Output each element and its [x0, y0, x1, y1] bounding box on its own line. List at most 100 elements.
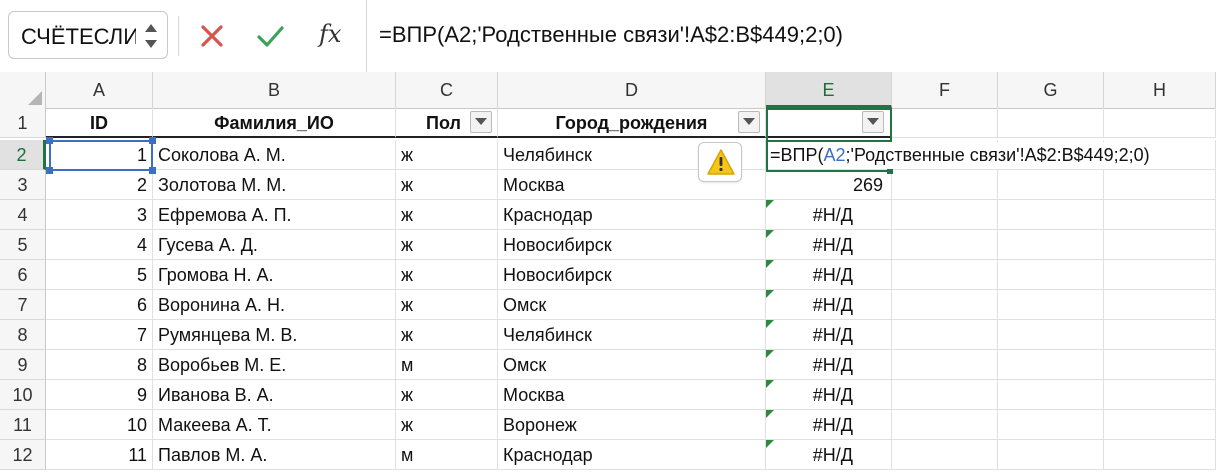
header-cell-id[interactable]: ID	[46, 108, 153, 138]
column-header-b[interactable]: B	[153, 72, 396, 108]
cell-g[interactable]	[998, 200, 1104, 230]
cell-g[interactable]	[998, 380, 1104, 410]
cell-city[interactable]: Воронеж	[498, 410, 766, 440]
cell-id[interactable]: 5	[46, 260, 153, 290]
cell-e[interactable]: #Н/Д	[766, 380, 892, 410]
cancel-icon[interactable]	[192, 16, 232, 56]
row-header-5[interactable]: 5	[0, 230, 46, 260]
error-indicator-icon[interactable]	[766, 350, 774, 358]
cell-e[interactable]: #Н/Д	[766, 350, 892, 380]
stepper-icon[interactable]	[141, 18, 161, 54]
cell-e[interactable]: #Н/Д	[766, 260, 892, 290]
cell-h[interactable]	[1104, 350, 1216, 380]
cell-city[interactable]: Омск	[498, 290, 766, 320]
cell-id[interactable]: 4	[46, 230, 153, 260]
row-header-12[interactable]: 12	[0, 440, 46, 470]
cell-id[interactable]: 7	[46, 320, 153, 350]
reference-handle[interactable]	[149, 167, 156, 174]
column-header-g[interactable]: G	[998, 72, 1104, 108]
formula-text[interactable]: =ВПР(A2;'Родственные связи'!A$2:B$449;2;…	[379, 22, 843, 48]
error-indicator-icon[interactable]	[766, 320, 774, 328]
cell-f[interactable]	[892, 410, 998, 440]
error-indicator-icon[interactable]	[766, 290, 774, 298]
cell-city[interactable]: Новосибирск	[498, 230, 766, 260]
cell-h[interactable]	[1104, 260, 1216, 290]
error-indicator-icon[interactable]	[766, 260, 774, 268]
cell-fio[interactable]: Соколова А. М.	[153, 140, 396, 170]
cell-g[interactable]	[998, 440, 1104, 470]
error-indicator-icon[interactable]	[766, 230, 774, 238]
row-header-2[interactable]: 2	[0, 140, 46, 170]
cell-g[interactable]	[998, 320, 1104, 350]
cell-g[interactable]	[998, 170, 1104, 200]
cell-fio[interactable]: Ефремова А. П.	[153, 200, 396, 230]
cell-h[interactable]	[1104, 230, 1216, 260]
cell-f[interactable]	[892, 230, 998, 260]
cell-e[interactable]: #Н/Д	[766, 200, 892, 230]
cell-id[interactable]: 9	[46, 380, 153, 410]
cell-g[interactable]	[998, 290, 1104, 320]
cell-sex[interactable]: ж	[396, 380, 498, 410]
reference-handle[interactable]	[46, 137, 53, 144]
cell-fio[interactable]: Воробьев М. Е.	[153, 350, 396, 380]
cell-id[interactable]: 11	[46, 440, 153, 470]
cell-g[interactable]	[998, 350, 1104, 380]
cell-id[interactable]: 3	[46, 200, 153, 230]
column-header-e[interactable]: E	[766, 72, 892, 108]
name-box-value[interactable]: СЧЁТЕСЛИ	[21, 24, 136, 50]
cell-h[interactable]	[1104, 320, 1216, 350]
cell-id[interactable]: 6	[46, 290, 153, 320]
cell-fio[interactable]: Павлов М. А.	[153, 440, 396, 470]
cell-h1[interactable]	[1104, 108, 1216, 138]
row-header-11[interactable]: 11	[0, 410, 46, 440]
error-indicator-icon[interactable]	[766, 440, 774, 448]
cell-g[interactable]	[998, 410, 1104, 440]
error-indicator-icon[interactable]	[766, 380, 774, 388]
cell-f[interactable]	[892, 440, 998, 470]
row-header-10[interactable]: 10	[0, 380, 46, 410]
column-header-h[interactable]: H	[1104, 72, 1216, 108]
cell-sex[interactable]: ж	[396, 410, 498, 440]
cell-city[interactable]: Краснодар	[498, 200, 766, 230]
cell-e[interactable]: #Н/Д	[766, 290, 892, 320]
cell-h[interactable]	[1104, 290, 1216, 320]
cell-sex[interactable]: ж	[396, 290, 498, 320]
cell-id[interactable]: 10	[46, 410, 153, 440]
row-header-4[interactable]: 4	[0, 200, 46, 230]
error-warning-button[interactable]	[698, 142, 742, 182]
cell-e[interactable]: #Н/Д	[766, 440, 892, 470]
confirm-icon[interactable]	[250, 16, 290, 56]
cell-fio[interactable]: Воронина А. Н.	[153, 290, 396, 320]
cell-e[interactable]: 269	[766, 170, 892, 200]
cell-f[interactable]	[892, 320, 998, 350]
column-header-a[interactable]: A	[46, 72, 153, 108]
error-indicator-icon[interactable]	[766, 200, 774, 208]
row-header-6[interactable]: 6	[0, 260, 46, 290]
cell-fio[interactable]: Громова Н. А.	[153, 260, 396, 290]
cell-e[interactable]: #Н/Д	[766, 410, 892, 440]
cell-id[interactable]: 2	[46, 170, 153, 200]
column-header-c[interactable]: C	[396, 72, 498, 108]
header-cell-city[interactable]: Город_рождения	[498, 108, 766, 138]
cell-city[interactable]: Москва	[498, 380, 766, 410]
row-header-1[interactable]: 1	[0, 108, 46, 138]
cell-sex[interactable]: ж	[396, 260, 498, 290]
cell-e[interactable]: #Н/Д	[766, 230, 892, 260]
cell-f[interactable]	[892, 260, 998, 290]
cell-g[interactable]	[998, 260, 1104, 290]
select-all-icon[interactable]	[0, 72, 46, 108]
cell-g[interactable]	[998, 230, 1104, 260]
cell-sex[interactable]: м	[396, 350, 498, 380]
cell-fio[interactable]: Макеева А. Т.	[153, 410, 396, 440]
row-header-8[interactable]: 8	[0, 320, 46, 350]
formula-input[interactable]: =ВПР(A2;'Родственные связи'!A$2:B$449;2;…	[366, 0, 1216, 72]
name-box[interactable]: СЧЁТЕСЛИ	[8, 11, 168, 59]
cell-sex[interactable]: м	[396, 440, 498, 470]
cell-e[interactable]: #Н/Д	[766, 320, 892, 350]
row-header-9[interactable]: 9	[0, 350, 46, 380]
cell-f[interactable]	[892, 170, 998, 200]
cell-city[interactable]: Челябинск	[498, 320, 766, 350]
cell-g1[interactable]	[998, 108, 1104, 138]
filter-dropdown-icon[interactable]	[470, 111, 492, 133]
cell-h[interactable]	[1104, 440, 1216, 470]
